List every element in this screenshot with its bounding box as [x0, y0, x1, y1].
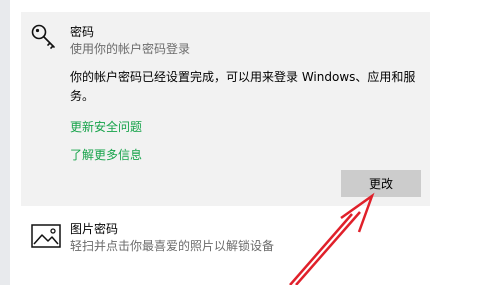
password-card[interactable]: 密码 使用你的帐户密码登录 你的帐户密码已经设置完成，可以用来登录 Window… — [21, 12, 430, 206]
key-icon — [31, 24, 55, 49]
password-title: 密码 — [70, 25, 95, 39]
update-security-questions-link[interactable]: 更新安全问题 — [70, 118, 142, 135]
picture-password-subtitle: 轻扫并点击你最喜爱的照片以解锁设备 — [70, 239, 275, 253]
picture-password-title[interactable]: 图片密码 — [70, 220, 118, 237]
window-edge — [0, 0, 10, 285]
learn-more-link[interactable]: 了解更多信息 — [70, 146, 142, 163]
change-password-button[interactable]: 更改 — [341, 170, 421, 197]
password-subtitle: 使用你的帐户密码登录 — [70, 42, 191, 56]
password-description: 你的帐户密码已经设置完成，可以用来登录 Windows、应用和服务。 — [70, 70, 416, 103]
image-icon — [31, 224, 61, 248]
